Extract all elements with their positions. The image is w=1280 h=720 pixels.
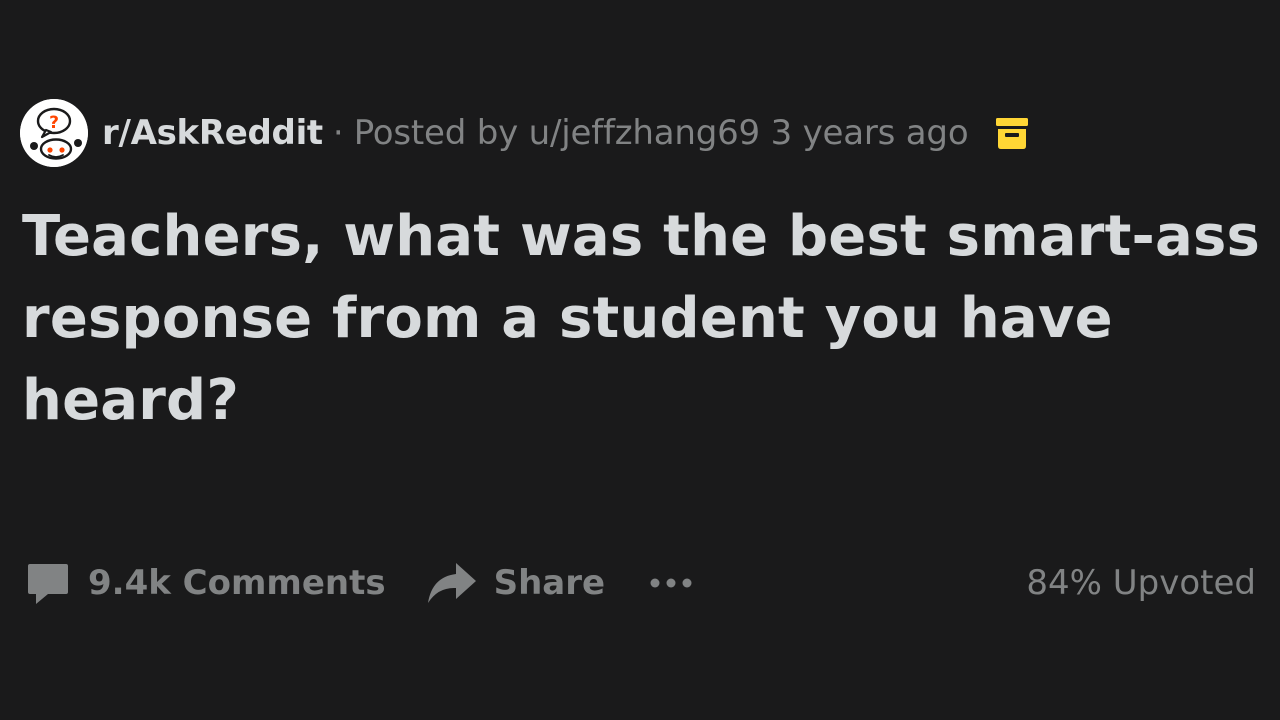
- archive-icon: [996, 118, 1029, 149]
- share-label: Share: [493, 563, 606, 603]
- svg-text:?: ?: [49, 113, 59, 133]
- meta-separator: ·: [332, 113, 344, 153]
- post-header: ? r/AskReddit · Posted by u/jeffzhang69 …: [20, 98, 1030, 168]
- post-actions-bar: 9.4k Comments Share 84% Upvoted: [24, 555, 1256, 611]
- more-options-button[interactable]: [649, 577, 693, 589]
- subreddit-avatar-icon[interactable]: ?: [20, 99, 88, 167]
- comments-label: 9.4k Comments: [88, 563, 386, 603]
- share-arrow-icon: [427, 563, 476, 603]
- post-title[interactable]: Teachers, what was the best smart-ass re…: [22, 196, 1262, 442]
- upvote-ratio: 84% Upvoted: [1026, 563, 1256, 603]
- more-dots-icon: [650, 578, 692, 588]
- subreddit-link[interactable]: r/AskReddit: [102, 113, 323, 153]
- comments-button[interactable]: 9.4k Comments: [24, 560, 386, 606]
- share-button[interactable]: Share: [426, 561, 605, 605]
- posted-by-text: Posted by u/jeffzhang69 3 years ago: [353, 113, 969, 153]
- post-card: ? r/AskReddit · Posted by u/jeffzhang69 …: [0, 0, 1280, 720]
- comment-icon: [28, 564, 68, 604]
